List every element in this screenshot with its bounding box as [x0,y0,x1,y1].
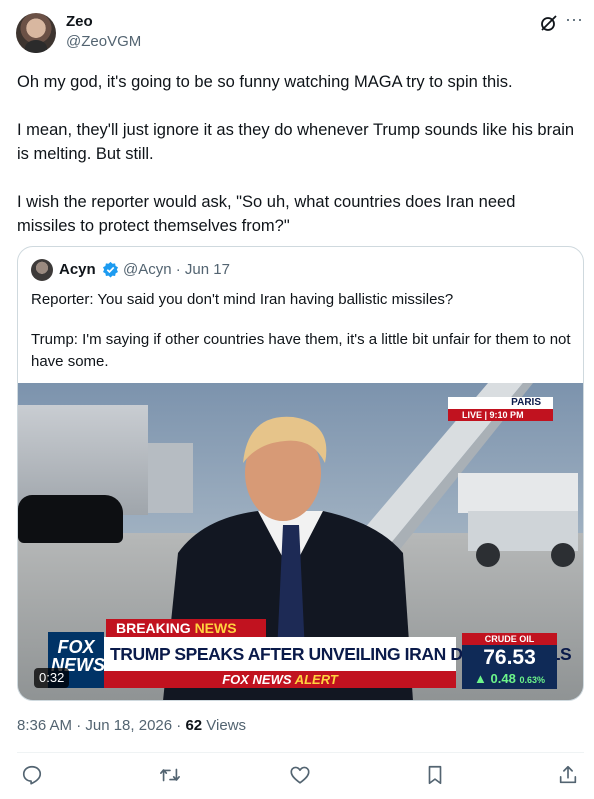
quote-paragraph: Trump: I'm saying if other countries hav… [31,331,571,370]
video-car [18,495,123,543]
video-breaking-banner: BREAKING NEWS [106,619,266,637]
reply-icon[interactable] [21,764,45,788]
author-handle[interactable]: @ZeoVGM [66,33,141,50]
tweet-timestamp[interactable]: 8:36 AM · Jun 18, 2026 · [17,717,185,734]
video-location: PARIS [511,397,541,408]
author-name[interactable]: Zeo [66,13,93,30]
views-label: Views [202,717,247,734]
quote-card[interactable]: Acyn @Acyn · Jun 17 Reporter: You said y… [17,246,584,701]
divider [17,752,584,753]
retweet-icon[interactable] [159,764,183,788]
tweet-paragraph: Oh my god, it's going to be so funny wat… [17,73,513,91]
grok-icon[interactable] [539,13,559,33]
video-alert-strip: FOX NEWS ALERT [104,671,456,688]
like-icon[interactable] [289,764,313,788]
video-time: 9:10 PM [489,410,524,420]
quote-handle-date[interactable]: @Acyn · Jun 17 [123,261,230,278]
bookmark-icon[interactable] [424,764,448,788]
oil-value: 76.53 [483,646,536,669]
views-count: 62 [185,717,203,734]
oil-change-value: ▲ 0.48 [474,671,516,686]
more-icon[interactable]: ··· [563,10,585,32]
quote-author-name[interactable]: Acyn [59,261,96,278]
video-oil-ticker: CRUDE OIL 76.53 ▲ 0.48 0.63% [462,633,557,689]
tweet-meta: 8:36 AM · Jun 18, 2026 · 62 Views [17,717,246,734]
tweet-paragraph: I mean, they'll just ignore it as they d… [17,121,575,163]
oil-label: CRUDE OIL [462,633,557,645]
video-alert-prefix: FOX NEWS [222,672,292,687]
tweet-paragraph: I wish the reporter would ask, "So uh, w… [17,193,516,235]
quote-text: Reporter: You said you don't mind Iran h… [31,289,571,391]
video-headline: TRUMP SPEAKS AFTER UNVEILING IRAN DEAL D… [104,637,572,671]
fox-logo-top: FOX [57,637,95,657]
video-live-label: LIVE [462,410,483,420]
video-breaking-label: BREAKING [116,620,191,636]
video-paris-bug: PARIS LIVE | 9:10 PM [448,397,553,421]
tweet-text: Oh my god, it's going to be so funny wat… [17,70,577,262]
quote-avatar[interactable] [31,259,53,281]
video-player[interactable]: PARIS LIVE | 9:10 PM BREAKING NEWS FOX NE… [18,383,583,700]
verified-badge-icon [102,261,119,278]
video-live-strip: LIVE | 9:10 PM [448,409,553,421]
oil-change-pct: 0.63% [519,675,545,685]
share-icon[interactable] [557,764,581,788]
author-avatar[interactable] [16,13,56,53]
quote-paragraph: Reporter: You said you don't mind Iran h… [31,291,454,308]
video-duration: 0:32 [34,668,70,688]
oil-change: ▲ 0.48 0.63% [462,671,557,688]
video-alert-word: ALERT [294,672,338,687]
video-breaking-news: NEWS [194,620,237,636]
